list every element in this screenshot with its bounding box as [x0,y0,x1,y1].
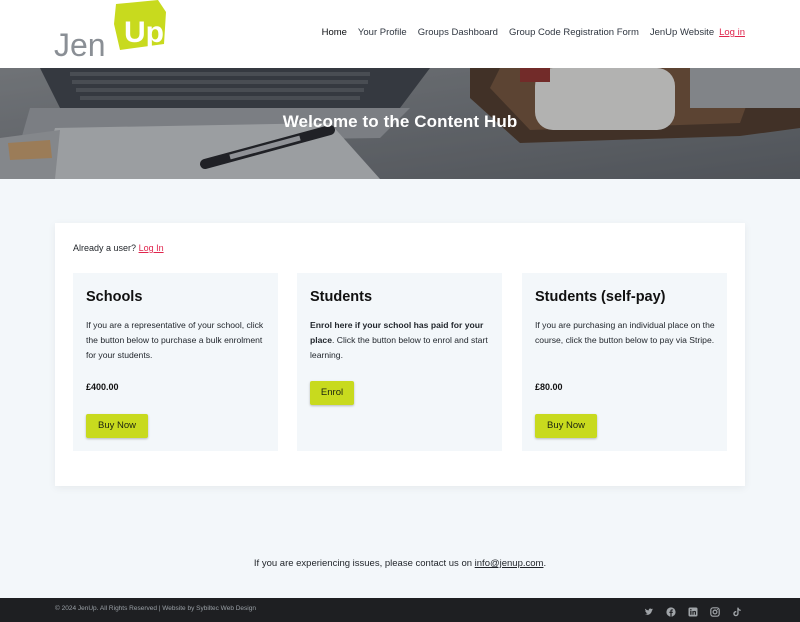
linkedin-icon[interactable] [688,604,698,617]
site-footer: © 2024 JenUp. All Rights Reserved | Webs… [0,598,800,622]
twitter-icon[interactable] [644,604,654,615]
svg-text:Jen: Jen [54,27,106,63]
card-title: Schools [86,289,143,305]
svg-text:Up: Up [124,16,164,49]
facebook-icon[interactable] [666,604,676,617]
nav-home[interactable]: Home [322,27,347,38]
card-price: £400.00 [86,382,119,392]
self-pay-buy-now-button[interactable]: Buy Now [535,414,597,438]
card-price: £80.00 [535,382,563,392]
contact-suffix: . [543,558,547,569]
log-in-link[interactable]: Log In [139,243,164,253]
students-card: Students Enrol here if your school has p… [297,273,502,451]
already-user-label: Already a user? [73,243,137,253]
site-header: Up Jen Home Your Profile Groups Dashboar… [0,0,800,68]
content-panel: Already a user? Log In Schools If you ar… [55,223,745,486]
copyright-text: © 2024 JenUp. All Rights Reserved | Webs… [55,605,256,612]
hero-title: Welcome to the Content Hub [282,112,518,131]
schools-buy-now-button[interactable]: Buy Now [86,414,148,438]
nav-jenup-website[interactable]: JenUp Website [650,27,714,38]
nav-group-code-registration[interactable]: Group Code Registration Form [509,27,639,38]
tiktok-icon[interactable] [732,604,742,617]
schools-card: Schools If you are a representative of y… [73,273,278,451]
students-self-pay-card: Students (self-pay) If you are purchasin… [522,273,727,451]
card-description: If you are a representative of your scho… [86,320,264,360]
hero-banner: Welcome to the Content Hub [0,68,800,179]
card-description-rest: . Click the button below to enrol and st… [310,335,488,360]
main-nav: Home Your Profile Groups Dashboard Group… [322,27,745,38]
contact-email-link[interactable]: info@jenup.com [475,558,544,569]
card-description: If you are purchasing an individual plac… [535,320,715,345]
card-title: Students [310,289,373,305]
nav-your-profile[interactable]: Your Profile [358,27,407,38]
contact-text: If you are experiencing issues, please c… [253,558,473,569]
already-user-text: Already a user? Log In [73,243,164,253]
nav-groups-dashboard[interactable]: Groups Dashboard [418,27,498,38]
instagram-icon[interactable] [710,604,720,617]
jenup-logo[interactable]: Up Jen [54,0,168,68]
social-links [644,604,742,617]
contact-line: If you are experiencing issues, please c… [0,558,800,569]
students-enrol-button[interactable]: Enrol [310,381,354,405]
card-title: Students (self-pay) [535,289,666,305]
card-description: Enrol here if your school has paid for y… [310,318,492,363]
nav-log-in[interactable]: Log in [719,27,745,38]
